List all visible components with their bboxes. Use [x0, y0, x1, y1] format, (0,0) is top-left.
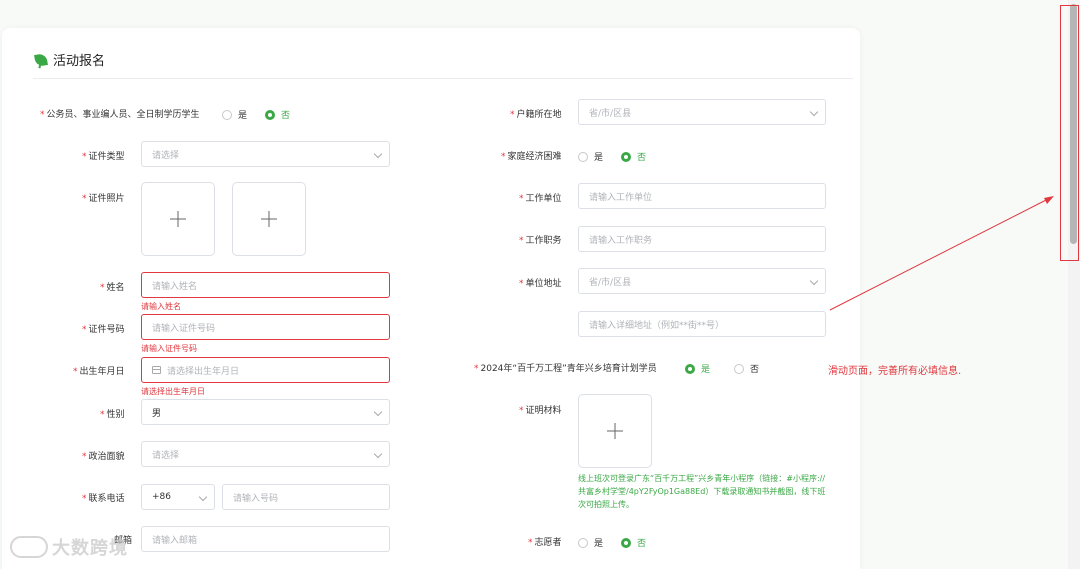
name-error: 请输入姓名	[141, 302, 181, 311]
leaf-icon	[34, 52, 48, 67]
work-unit-input[interactable]: 请输入工作单位	[578, 183, 826, 209]
volunteer-no-radio[interactable]: 否	[621, 536, 646, 549]
name-input[interactable]: 请输入姓名	[141, 272, 390, 298]
id-number-label: * 证件号码	[82, 325, 125, 335]
program-2024-label: * 2024年“百千万工程”青年兴乡培育计划学员	[474, 364, 657, 374]
chevron-down-icon	[809, 107, 819, 117]
program-2024-no-radio[interactable]: 否	[734, 362, 759, 375]
id-photo-front-upload[interactable]	[141, 182, 215, 256]
proof-label: * 证明材料	[519, 406, 562, 416]
program-2024-radio-group: 是 否	[685, 362, 759, 375]
unit-address-detail-input[interactable]: 请输入详细地址（例如**街**号）	[578, 311, 826, 337]
volunteer-radio-group: 是 否	[578, 536, 646, 549]
radio-dot	[265, 109, 276, 120]
phone-number-input[interactable]: 请输入号码	[222, 484, 390, 510]
id-photo-label: * 证件照片	[82, 194, 125, 204]
watermark: 大数跨境	[10, 534, 128, 560]
phone-label: * 联系电话	[82, 494, 125, 504]
radio-dot	[578, 151, 588, 162]
economic-hardship-no-radio[interactable]: 否	[621, 150, 646, 163]
birth-date-label: * 出生年月日	[73, 367, 125, 377]
economic-hardship-radio-group: 是 否	[578, 150, 646, 163]
radio-dot	[222, 109, 232, 120]
household-label: * 户籍所在地	[510, 110, 562, 120]
calendar-icon	[152, 366, 161, 374]
civil-servant-yes-radio[interactable]: 是	[222, 108, 247, 121]
title-divider	[33, 78, 853, 79]
economic-hardship-label: * 家庭经济困难	[501, 152, 562, 162]
id-photo-back-upload[interactable]	[232, 182, 306, 256]
economic-hardship-yes-radio[interactable]: 是	[578, 150, 603, 163]
civil-servant-label: * 公务员、事业编人员、全日制学历学生	[40, 110, 200, 120]
id-type-label: * 证件类型	[82, 152, 125, 162]
watermark-logo-icon	[10, 536, 48, 558]
radio-dot	[685, 363, 695, 374]
email-input[interactable]: 请输入邮箱	[141, 526, 390, 552]
id-type-select[interactable]: 请选择	[141, 141, 390, 167]
radio-dot	[734, 363, 745, 374]
volunteer-yes-radio[interactable]: 是	[578, 536, 603, 549]
unit-address-cascader[interactable]: 省/市/区县	[578, 268, 826, 294]
chevron-down-icon	[373, 449, 383, 459]
birth-date-picker[interactable]: 请选择出生年月日	[141, 357, 390, 383]
radio-dot	[621, 151, 632, 162]
id-number-input[interactable]: 请输入证件号码	[141, 314, 390, 340]
page-title: 活动报名	[34, 50, 105, 69]
chevron-down-icon	[373, 407, 383, 417]
name-label: * 姓名	[100, 283, 125, 293]
political-status-label: * 政治面貌	[82, 452, 125, 462]
household-cascader[interactable]: 省/市/区县	[578, 99, 826, 125]
job-title-label: * 工作职务	[519, 236, 562, 246]
proof-upload[interactable]	[578, 394, 652, 468]
program-2024-yes-radio[interactable]: 是	[685, 362, 710, 375]
birth-date-error: 请选择出生年月日	[141, 387, 205, 396]
gender-select[interactable]: 男	[141, 399, 390, 425]
phone-country-code-select[interactable]: +86	[141, 484, 215, 510]
chevron-down-icon	[809, 276, 819, 286]
political-status-select[interactable]: 请选择	[141, 441, 390, 467]
proof-hint: 线上班次可登录广东“百千万工程”兴乡青年小程序（链接：#小程序://共富乡村学堂…	[578, 474, 826, 509]
chevron-down-icon	[198, 492, 208, 502]
unit-address-label: * 单位地址	[519, 279, 562, 289]
work-unit-label: * 工作单位	[519, 194, 562, 204]
civil-servant-radio-group: 是 否	[222, 108, 290, 121]
civil-servant-no-radio[interactable]: 否	[265, 108, 290, 121]
radio-dot	[578, 537, 588, 548]
chevron-down-icon	[373, 149, 383, 159]
volunteer-label: * 志愿者	[528, 538, 562, 548]
radio-dot	[621, 537, 632, 548]
gender-label: * 性别	[100, 410, 125, 420]
scroll-annotation: 滑动页面，完善所有必填信息.	[828, 366, 962, 377]
scrollbar-highlight-box	[1060, 5, 1079, 261]
id-number-error: 请输入证件号码	[141, 344, 197, 353]
job-title-input[interactable]: 请输入工作职务	[578, 226, 826, 252]
